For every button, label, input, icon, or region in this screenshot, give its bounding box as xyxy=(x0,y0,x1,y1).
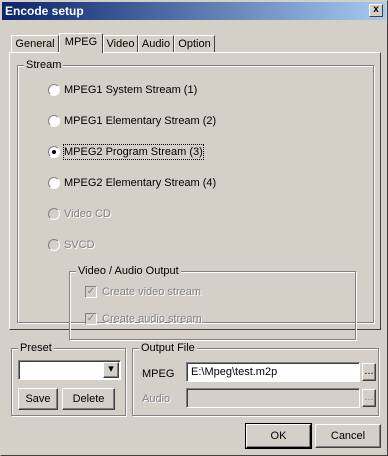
output-file-legend: Output File xyxy=(139,341,197,355)
checkbox-label: Create audio stream xyxy=(102,313,202,325)
mpeg-browse-button[interactable]: ... xyxy=(362,363,376,381)
radio-label: MPEG2 Elementary Stream (4) xyxy=(64,177,217,189)
save-label: Save xyxy=(25,393,51,405)
browse-label: ... xyxy=(364,391,374,403)
radio-button[interactable] xyxy=(48,177,60,189)
chevron-down-icon: ▾ xyxy=(108,363,114,375)
video-audio-output-group: Video / Audio Output ✓ Create video stre… xyxy=(69,264,356,340)
close-button[interactable]: x xyxy=(369,4,383,17)
output-legend: Video / Audio Output xyxy=(76,264,181,278)
save-button[interactable]: Save xyxy=(18,388,58,410)
checkmark-icon[interactable]: ✓ xyxy=(85,286,97,298)
mpeg-tab-panel: Stream MPEG1 System Stream (1) MPEG1 Ele… xyxy=(9,52,381,340)
window-title: Encode setup xyxy=(5,4,84,18)
browse-label: ... xyxy=(364,365,374,377)
audio-path-input[interactable] xyxy=(186,388,360,408)
checkbox-label: Create video stream xyxy=(102,286,202,298)
radio-label: MPEG1 Elementary Stream (2) xyxy=(64,115,217,127)
ok-button[interactable]: OK xyxy=(245,423,312,449)
stream-group: Stream MPEG1 System Stream (1) MPEG1 Ele… xyxy=(17,58,374,340)
tab-mpeg[interactable]: MPEG xyxy=(59,33,103,53)
delete-label: Delete xyxy=(72,393,105,405)
cancel-label: Cancel xyxy=(330,430,366,442)
title-bar: Encode setup x xyxy=(2,2,386,20)
output-file-group: Output File MPEG E:\Mpeg\test.m2p ... Au… xyxy=(132,341,379,416)
radio-label: SVCD xyxy=(64,239,95,251)
tab-label: MPEG xyxy=(64,36,98,48)
radio-button[interactable] xyxy=(48,208,60,220)
tab-label: Audio xyxy=(141,38,171,50)
delete-button[interactable]: Delete xyxy=(62,388,115,410)
cancel-button[interactable]: Cancel xyxy=(315,424,381,448)
mpeg-path-input[interactable]: E:\Mpeg\test.m2p xyxy=(186,362,360,382)
radio-label: Video CD xyxy=(64,208,111,220)
mpeg-path-value: E:\Mpeg\test.m2p xyxy=(191,366,278,378)
audio-label: Audio xyxy=(142,393,171,405)
radio-button[interactable] xyxy=(48,115,60,127)
tab-audio[interactable]: Audio xyxy=(138,35,174,52)
radio-button-selected[interactable] xyxy=(48,146,60,158)
close-icon: x xyxy=(373,4,379,15)
checkmark-icon[interactable]: ✓ xyxy=(85,313,97,325)
encode-setup-dialog: Encode setup x General MPEG Video Audio … xyxy=(0,0,388,456)
tab-option[interactable]: Option xyxy=(174,35,215,52)
preset-dropdown-button[interactable]: ▾ xyxy=(103,362,119,378)
radio-button[interactable] xyxy=(48,84,60,96)
radio-label: MPEG2 Program Stream (3) xyxy=(63,144,204,160)
tab-label: General xyxy=(15,38,55,50)
ok-label: OK xyxy=(270,430,287,442)
preset-group: Preset ▾ Save Delete xyxy=(11,341,126,416)
preset-legend: Preset xyxy=(18,341,54,355)
mpeg-label: MPEG xyxy=(142,368,175,380)
tab-general[interactable]: General xyxy=(11,35,59,52)
tab-label: Option xyxy=(178,38,211,50)
tab-label: Video xyxy=(106,38,135,50)
radio-button[interactable] xyxy=(48,239,60,251)
tab-video[interactable]: Video xyxy=(103,35,138,52)
audio-browse-button[interactable]: ... xyxy=(362,389,376,407)
stream-legend: Stream xyxy=(24,58,64,72)
radio-label: MPEG1 System Stream (1) xyxy=(64,84,198,96)
